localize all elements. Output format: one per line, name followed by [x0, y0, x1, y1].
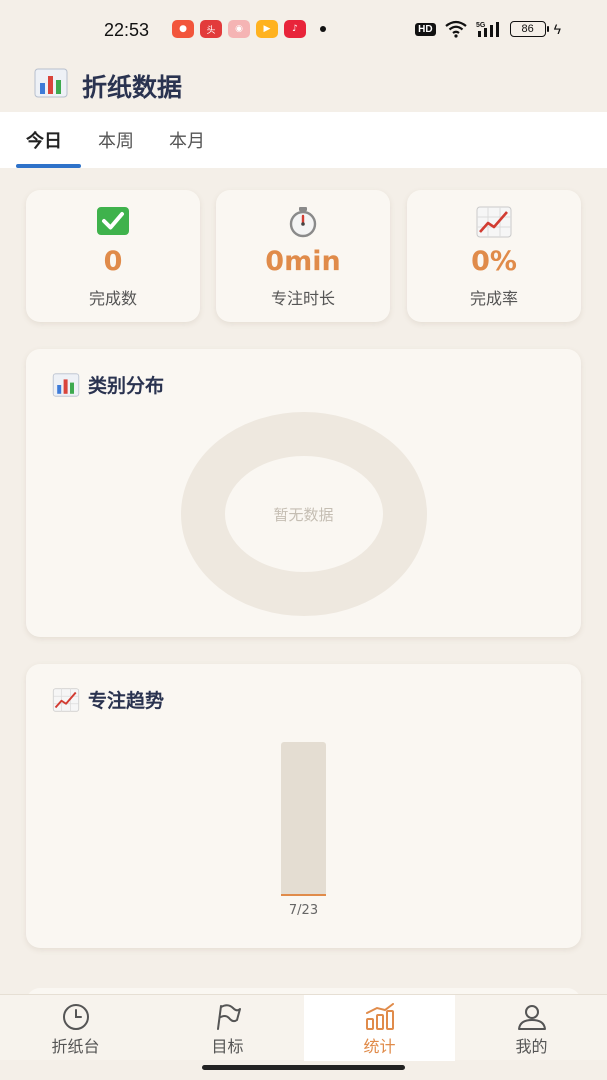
nav-item-goals[interactable]: 目标 [152, 995, 303, 1061]
stopwatch-icon [289, 207, 317, 238]
signal-type-label: 5G [476, 22, 486, 29]
person-icon [517, 1005, 546, 1030]
app-notification-icon: 头 [200, 20, 222, 38]
focus-trend-card: 专注趋势 7/23 [26, 664, 581, 948]
stats-chart-icon [365, 1003, 394, 1030]
app-notification-icon: ◉ [228, 20, 250, 38]
check-mark-icon [97, 207, 129, 235]
period-tabs: 今日 本周 本月 [0, 112, 607, 168]
trend-up-icon [476, 206, 512, 238]
tab-this-week[interactable]: 本周 [98, 127, 134, 153]
nav-label: 折纸台 [51, 1037, 100, 1056]
clock-icon [62, 1004, 89, 1030]
tab-today[interactable]: 今日 [26, 127, 62, 153]
bar-track [281, 742, 326, 896]
x-tick-label: 7/23 [289, 903, 318, 918]
category-distribution-title: 类别分布 [88, 375, 165, 397]
nav-item-statistics[interactable]: 统计 [304, 995, 455, 1061]
stat-card-completed: 0 完成数 [26, 190, 200, 322]
status-time: 22:53 [104, 20, 150, 40]
app-notification-icon: ▶ [256, 20, 278, 38]
focus-duration: 0min [265, 246, 341, 277]
trend-bar [281, 894, 326, 896]
cellular-signal-icon: 5G [476, 22, 499, 37]
nav-item-me[interactable]: 我的 [456, 995, 607, 1061]
app-notification-icon: ● [172, 20, 194, 38]
nav-label: 目标 [211, 1037, 244, 1056]
active-tab-indicator [16, 164, 81, 168]
more-notifications-dot [320, 26, 326, 32]
completion-rate-label: 完成率 [469, 289, 518, 308]
completed-count: 0 [103, 246, 123, 277]
focus-trend-chart: 7/23 [281, 742, 326, 918]
stat-card-completion-rate: 0% 完成率 [407, 190, 581, 322]
completion-rate: 0% [471, 246, 517, 277]
nav-label: 我的 [515, 1037, 548, 1056]
flag-icon [216, 1004, 241, 1030]
stat-card-focus-time: 0min 专注时长 [216, 190, 390, 322]
tab-this-month[interactable]: 本月 [169, 127, 205, 153]
page-title: 折纸数据 [82, 73, 183, 102]
nav-label: 统计 [363, 1037, 396, 1056]
battery-icon: 86 [509, 21, 549, 37]
notification-icons: ● 头 ◉ ▶ ♪ [172, 20, 326, 38]
bar-chart-icon [34, 68, 68, 98]
hd-icon: HD [415, 22, 436, 36]
charging-icon: ϟ [553, 21, 561, 37]
bottom-navigation: 折纸台 目标 统计 我的 [0, 994, 607, 1061]
page-header: 折纸数据 [0, 62, 607, 110]
no-data-text: 暂无数据 [273, 506, 334, 524]
wifi-icon [444, 20, 467, 38]
battery-level: 86 [521, 23, 534, 35]
nav-item-origami-desk[interactable]: 折纸台 [0, 995, 151, 1061]
home-indicator [202, 1065, 405, 1070]
status-indicators: HD 5G 86 ϟ [415, 20, 561, 38]
completed-label: 完成数 [88, 289, 137, 308]
bar-chart-icon [52, 372, 80, 397]
focus-duration-label: 专注时长 [270, 289, 335, 308]
status-bar: 22:53 ● 头 ◉ ▶ ♪ HD 5G 86 ϟ [0, 0, 607, 46]
music-app-icon: ♪ [284, 20, 306, 38]
category-distribution-card: 类别分布 暂无数据 [26, 349, 581, 637]
